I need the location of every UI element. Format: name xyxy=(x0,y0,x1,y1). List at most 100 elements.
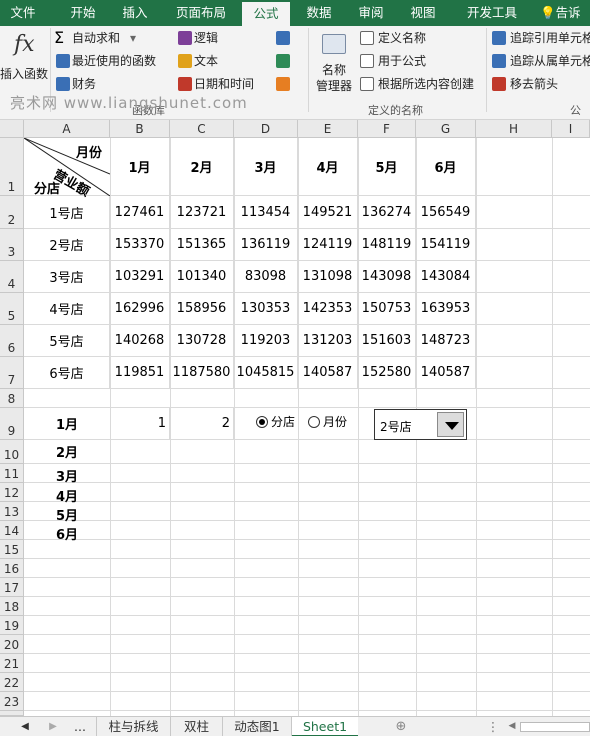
month-list-item[interactable]: 5月 xyxy=(24,505,110,524)
data-cell[interactable]: 140268 xyxy=(110,325,170,357)
radio-store[interactable]: 分店 xyxy=(256,413,295,430)
lookup-button[interactable] xyxy=(276,31,300,47)
trace-precedents-button[interactable]: 追踪引用单元格 xyxy=(492,30,590,48)
month-header[interactable]: 6月 xyxy=(416,138,476,196)
row-header-20[interactable]: 20 xyxy=(0,635,24,654)
data-cell[interactable]: 158956 xyxy=(170,293,234,325)
data-cell[interactable]: 124119 xyxy=(298,229,358,261)
data-cell[interactable]: 113454 xyxy=(234,196,298,229)
tab-page-layout[interactable]: 页面布局 xyxy=(166,0,236,26)
data-cell[interactable]: 148723 xyxy=(416,325,476,357)
tab-file[interactable]: 文件 xyxy=(0,0,46,26)
month-list-item[interactable]: 2月 xyxy=(24,442,110,461)
insert-function-button[interactable]: fx 插入函数 xyxy=(0,28,50,88)
data-cell[interactable]: 143084 xyxy=(416,261,476,293)
data-cell[interactable]: 149521 xyxy=(298,196,358,229)
row-header-21[interactable]: 21 xyxy=(0,654,24,673)
data-cell[interactable]: 140587 xyxy=(298,357,358,389)
data-cell[interactable]: 143098 xyxy=(358,261,416,293)
data-cell[interactable]: 130728 xyxy=(170,325,234,357)
data-cell[interactable]: 153370 xyxy=(110,229,170,261)
row-header-3[interactable]: 3 xyxy=(0,229,24,261)
data-cell[interactable]: 119203 xyxy=(234,325,298,357)
autosum-button[interactable]: Σ 自动求和 ▾ xyxy=(54,28,164,48)
column-header-g[interactable]: G xyxy=(416,120,476,138)
month-header[interactable]: 3月 xyxy=(234,138,298,196)
sheet-tab[interactable]: 动态图1 xyxy=(222,717,292,736)
column-header-d[interactable]: D xyxy=(234,120,298,138)
data-cell[interactable]: 103291 xyxy=(110,261,170,293)
tab-developer[interactable]: 开发工具 xyxy=(458,0,526,26)
sheet-tab-active[interactable]: Sheet1 xyxy=(292,717,358,736)
row-header-11[interactable]: 11 xyxy=(0,464,24,483)
row-header-14[interactable]: 14 xyxy=(0,521,24,540)
row-header-7[interactable]: 7 xyxy=(0,357,24,389)
row-header-10[interactable]: 10 xyxy=(0,440,24,464)
data-cell[interactable]: 148119 xyxy=(358,229,416,261)
data-cell[interactable]: 154119 xyxy=(416,229,476,261)
data-cell[interactable]: 130353 xyxy=(234,293,298,325)
tab-formulas[interactable]: 公式 xyxy=(242,2,290,26)
row-header-17[interactable]: 17 xyxy=(0,578,24,597)
radio-month[interactable]: 月份 xyxy=(308,413,347,430)
scroll-left-icon[interactable]: ◀ xyxy=(18,717,32,736)
data-cell[interactable]: 142353 xyxy=(298,293,358,325)
column-header-h[interactable]: H xyxy=(476,120,552,138)
row-header-13[interactable]: 13 xyxy=(0,502,24,521)
data-cell[interactable]: 1187580 xyxy=(170,357,234,389)
column-header-e[interactable]: E xyxy=(298,120,358,138)
month-list-item[interactable]: 6月 xyxy=(24,524,110,543)
tab-home[interactable]: 开始 xyxy=(58,0,108,26)
tab-data[interactable]: 数据 xyxy=(296,0,342,26)
row-header-9[interactable]: 9 xyxy=(0,408,24,440)
data-cell[interactable]: 140587 xyxy=(416,357,476,389)
data-cell[interactable]: 163953 xyxy=(416,293,476,325)
data-cell[interactable]: 136119 xyxy=(234,229,298,261)
scroll-right-icon[interactable]: ▶ xyxy=(46,717,60,736)
row-header-22[interactable]: 22 xyxy=(0,673,24,692)
create-from-selection-button[interactable]: 根据所选内容创建 xyxy=(360,76,480,94)
cell-b9[interactable]: 1 xyxy=(110,408,170,440)
store-label[interactable]: 1号店 xyxy=(24,196,110,229)
recent-functions-button[interactable]: 最近使用的函数 xyxy=(54,53,172,71)
row-header-1[interactable]: 1 xyxy=(0,138,24,196)
tab-review[interactable]: 审阅 xyxy=(348,0,394,26)
use-in-formula-button[interactable]: 用于公式 xyxy=(360,53,460,71)
month-header[interactable]: 2月 xyxy=(170,138,234,196)
define-name-button[interactable]: 定义名称 xyxy=(360,30,460,48)
remove-arrows-button[interactable]: 移去箭头 xyxy=(492,76,590,94)
row-header-18[interactable]: 18 xyxy=(0,597,24,616)
data-cell[interactable]: 152580 xyxy=(358,357,416,389)
month-header[interactable]: 1月 xyxy=(110,138,170,196)
tab-split-handle[interactable]: ⋮ xyxy=(486,717,500,736)
store-label[interactable]: 4号店 xyxy=(24,293,110,325)
logical-button[interactable]: 逻辑 xyxy=(176,30,236,48)
sheet-tab-more[interactable]: ... xyxy=(68,717,92,736)
sheet-tab[interactable]: 柱与拆线 xyxy=(96,717,170,736)
data-cell[interactable]: 162996 xyxy=(110,293,170,325)
column-header-i[interactable]: I xyxy=(552,120,590,138)
data-cell[interactable]: 1045815 xyxy=(234,357,298,389)
horizontal-scrollbar[interactable] xyxy=(520,722,590,732)
data-cell[interactable]: 131098 xyxy=(298,261,358,293)
trace-dependents-button[interactable]: 追踪从属单元格 xyxy=(492,53,590,71)
store-combo-box[interactable]: 2号店 xyxy=(374,409,467,440)
store-label[interactable]: 2号店 xyxy=(24,229,110,261)
store-label[interactable]: 6号店 xyxy=(24,357,110,389)
row-header-19[interactable]: 19 xyxy=(0,616,24,635)
data-cell[interactable]: 150753 xyxy=(358,293,416,325)
month-list-item[interactable]: 4月 xyxy=(24,486,110,505)
column-header-b[interactable]: B xyxy=(110,120,170,138)
column-header-a[interactable]: A xyxy=(24,120,110,138)
row-header-5[interactable]: 5 xyxy=(0,293,24,325)
data-cell[interactable]: 151603 xyxy=(358,325,416,357)
store-label[interactable]: 3号店 xyxy=(24,261,110,293)
hscroll-left-icon[interactable]: ◀ xyxy=(506,717,518,736)
store-label[interactable]: 5号店 xyxy=(24,325,110,357)
row-header-4[interactable]: 4 xyxy=(0,261,24,293)
row-header-2[interactable]: 2 xyxy=(0,196,24,229)
tell-me[interactable]: 💡告诉我 xyxy=(540,0,590,46)
more-functions-button[interactable] xyxy=(276,77,300,93)
column-header-c[interactable]: C xyxy=(170,120,234,138)
data-cell[interactable]: 131203 xyxy=(298,325,358,357)
